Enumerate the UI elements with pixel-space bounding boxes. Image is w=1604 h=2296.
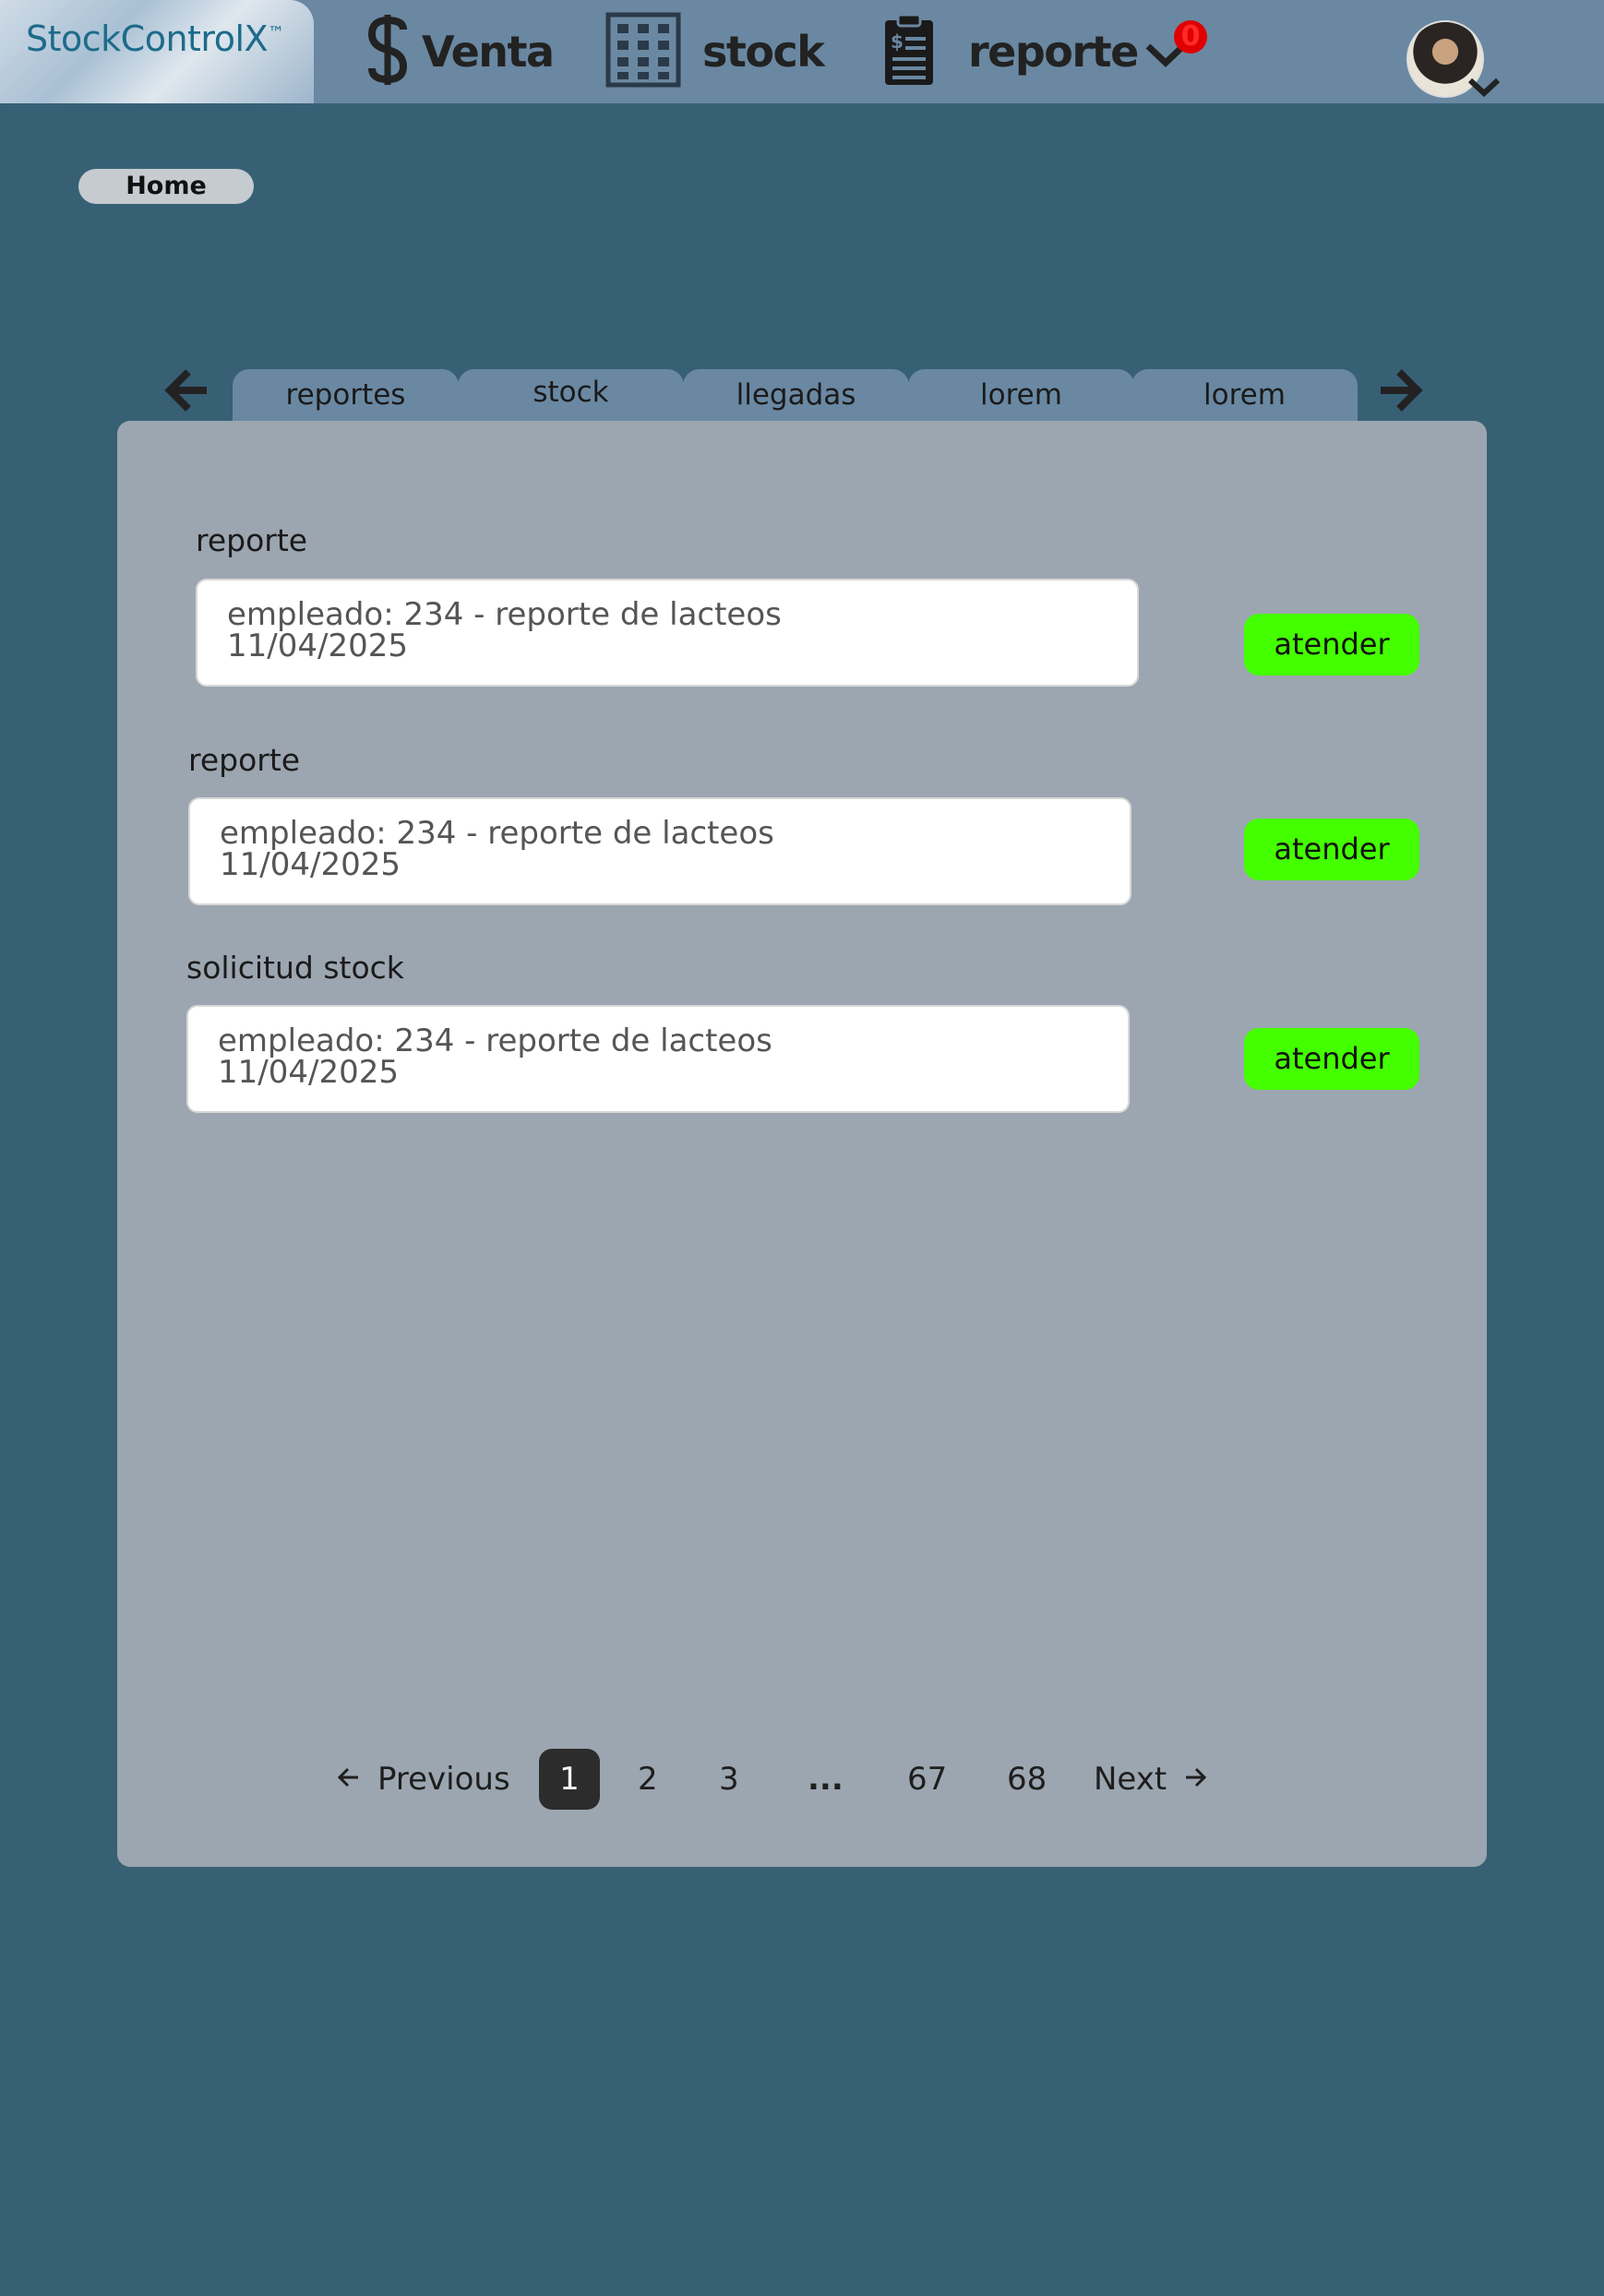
page-2-button[interactable]: 2 (638, 1749, 658, 1810)
tab-stock[interactable]: stock (458, 369, 684, 421)
next-label: Next (1094, 1761, 1167, 1798)
item-title: solicitud stock (186, 950, 404, 986)
report-item[interactable]: empleado: 234 - reporte de lacteos 11/04… (188, 797, 1131, 905)
previous-label: Previous (377, 1761, 510, 1798)
chevron-down-icon[interactable] (1467, 76, 1501, 102)
page-1-button[interactable]: 1 (539, 1749, 600, 1810)
report-item[interactable]: empleado: 234 - reporte de lacteos 11/04… (196, 579, 1139, 687)
nav-venta-label: Venta (422, 27, 555, 77)
notification-count: 0 (1180, 20, 1201, 53)
nav-reporte-label: reporte (968, 27, 1139, 77)
logo-text: StockControlX™ (26, 18, 284, 59)
report-clipboard-icon: $ (881, 13, 937, 90)
attend-button[interactable]: atender (1244, 819, 1419, 880)
page-67-button[interactable]: 67 (907, 1749, 947, 1810)
report-date: 11/04/2025 (227, 628, 408, 664)
top-navigation-bar: StockControlX™ Venta stock $ reporte 0 (0, 0, 1604, 103)
content-panel: reporte empleado: 234 - reporte de lacte… (117, 421, 1487, 1867)
arrow-left-icon (337, 1749, 377, 1810)
tab-lorem-2[interactable]: lorem (1131, 369, 1358, 421)
attend-button[interactable]: atender (1244, 1028, 1419, 1090)
report-date: 11/04/2025 (218, 1054, 399, 1091)
report-item[interactable]: empleado: 234 - reporte de lacteos 11/04… (186, 1005, 1130, 1113)
logo-name: StockControlX (26, 18, 269, 59)
nav-stock[interactable]: stock (604, 11, 825, 92)
tab-lorem-1[interactable]: lorem (908, 369, 1134, 421)
nav-reporte[interactable]: $ reporte (881, 13, 1139, 90)
attend-button[interactable]: atender (1244, 614, 1419, 676)
dollar-icon (365, 11, 411, 92)
notification-badge: 0 (1174, 20, 1207, 54)
page-3-button[interactable]: 3 (719, 1749, 739, 1810)
arrow-right-icon[interactable] (1377, 365, 1423, 420)
report-description: empleado: 234 - reporte de lacteos (220, 815, 774, 852)
arrow-right-icon (1167, 1749, 1207, 1810)
report-description: empleado: 234 - reporte de lacteos (227, 596, 782, 633)
tab-llegadas[interactable]: llegadas (683, 369, 909, 421)
nav-venta[interactable]: Venta (365, 11, 555, 92)
page-ellipsis: ... (808, 1761, 844, 1798)
report-description: empleado: 234 - reporte de lacteos (218, 1022, 772, 1059)
logo-trademark: ™ (268, 23, 284, 43)
tab-reportes[interactable]: reportes (233, 369, 459, 421)
svg-text:$: $ (891, 30, 904, 53)
pagination: Previous 1 2 3 ... 67 68 Next (0, 1749, 1604, 1810)
arrow-left-icon[interactable] (164, 365, 210, 420)
shelves-icon (604, 11, 682, 92)
page-68-button[interactable]: 68 (1007, 1749, 1047, 1810)
breadcrumb-home[interactable]: Home (78, 169, 254, 204)
item-title: reporte (196, 522, 308, 558)
nav-stock-label: stock (702, 27, 825, 77)
next-page-button[interactable]: Next (1094, 1749, 1207, 1810)
report-date: 11/04/2025 (220, 846, 401, 883)
item-title: reporte (188, 742, 301, 778)
previous-page-button[interactable]: Previous (337, 1749, 510, 1810)
logo[interactable]: StockControlX™ (0, 0, 314, 103)
